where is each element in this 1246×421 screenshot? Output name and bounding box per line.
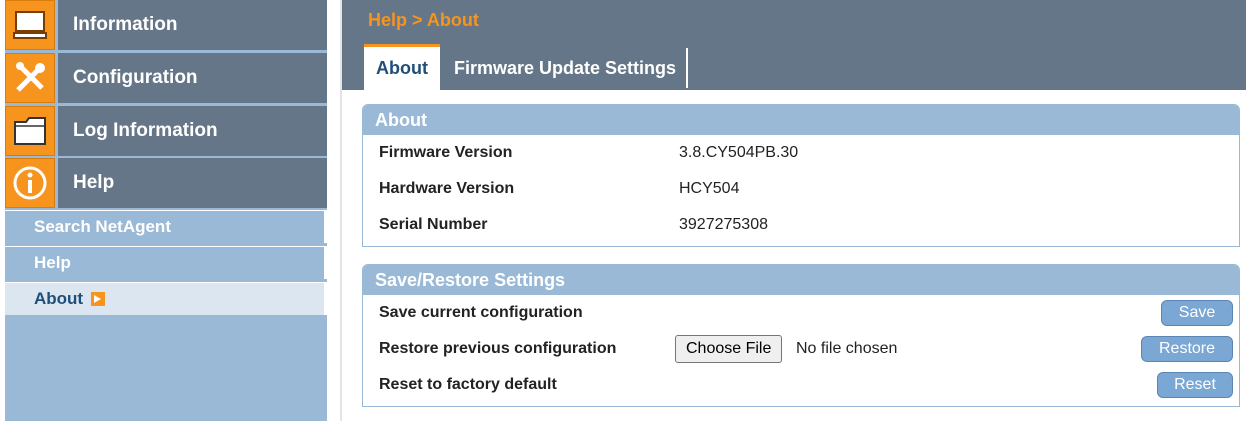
- sidebar-subitem-help[interactable]: Help: [5, 246, 327, 279]
- info-row: Firmware Version 3.8.CY504PB.30: [363, 135, 1239, 171]
- save-restore-panel: Save/Restore Settings Save current confi…: [362, 264, 1240, 407]
- restore-config-label: Restore previous configuration: [379, 340, 617, 357]
- sidebar-item-configuration[interactable]: Configuration: [5, 53, 327, 103]
- sidebar-item-log-information[interactable]: Log Information: [5, 106, 327, 156]
- sidebar-subitem-label: About: [34, 289, 84, 308]
- hardware-version-label: Hardware Version: [379, 180, 515, 197]
- choose-file-button[interactable]: Choose File: [675, 335, 783, 363]
- tools-icon: [5, 53, 55, 103]
- save-restore-panel-title: Save/Restore Settings: [363, 265, 1239, 295]
- sidebar-item-label: Log Information: [58, 106, 327, 156]
- reset-row: Reset to factory default Reset: [363, 367, 1239, 403]
- firmware-version-label: Firmware Version: [379, 144, 513, 161]
- restore-button[interactable]: Restore: [1141, 336, 1233, 362]
- computer-icon: [5, 0, 55, 50]
- sidebar-item-label: Configuration: [58, 53, 327, 103]
- sidebar-item-help[interactable]: Help: [5, 158, 327, 208]
- folder-icon: [5, 106, 55, 156]
- about-panel: About Firmware Version 3.8.CY504PB.30 Ha…: [362, 104, 1240, 247]
- firmware-version-value: 3.8.CY504PB.30: [679, 144, 799, 161]
- tab-about[interactable]: About: [364, 44, 440, 90]
- about-panel-title: About: [363, 105, 1239, 135]
- save-config-label: Save current configuration: [379, 304, 583, 321]
- sidebar-item-label: Help: [58, 158, 327, 208]
- sidebar-filler: [5, 318, 327, 421]
- sidebar: Information Configuration Log Informatio…: [5, 0, 327, 421]
- breadcrumb: Help > About: [368, 10, 479, 30]
- hardware-version-value: HCY504: [679, 180, 740, 197]
- sidebar-item-label: Information: [58, 0, 327, 50]
- save-button[interactable]: Save: [1161, 300, 1233, 326]
- reset-button[interactable]: Reset: [1157, 372, 1233, 398]
- info-row: Serial Number 3927275308: [363, 207, 1239, 243]
- info-row: Hardware Version HCY504: [363, 171, 1239, 207]
- restore-row: Restore previous configuration Choose Fi…: [363, 331, 1239, 367]
- sidebar-subitem-label: Search NetAgent: [34, 217, 171, 236]
- sidebar-subitem-label: Help: [34, 253, 71, 272]
- sidebar-subitem-about[interactable]: About: [5, 282, 327, 315]
- info-icon: [5, 158, 55, 208]
- serial-number-label: Serial Number: [379, 216, 488, 233]
- sidebar-item-information[interactable]: Information: [5, 0, 327, 50]
- sidebar-subitem-search-netagent[interactable]: Search NetAgent: [5, 210, 327, 243]
- tab-firmware-update-settings[interactable]: Firmware Update Settings: [454, 48, 689, 88]
- reset-factory-label: Reset to factory default: [379, 376, 557, 393]
- arrow-right-icon: [91, 292, 106, 306]
- file-status-text: No file chosen: [796, 340, 898, 357]
- save-row: Save current configuration Save: [363, 295, 1239, 331]
- header: Help > About About Firmware Update Setti…: [342, 0, 1246, 90]
- serial-number-value: 3927275308: [679, 216, 768, 233]
